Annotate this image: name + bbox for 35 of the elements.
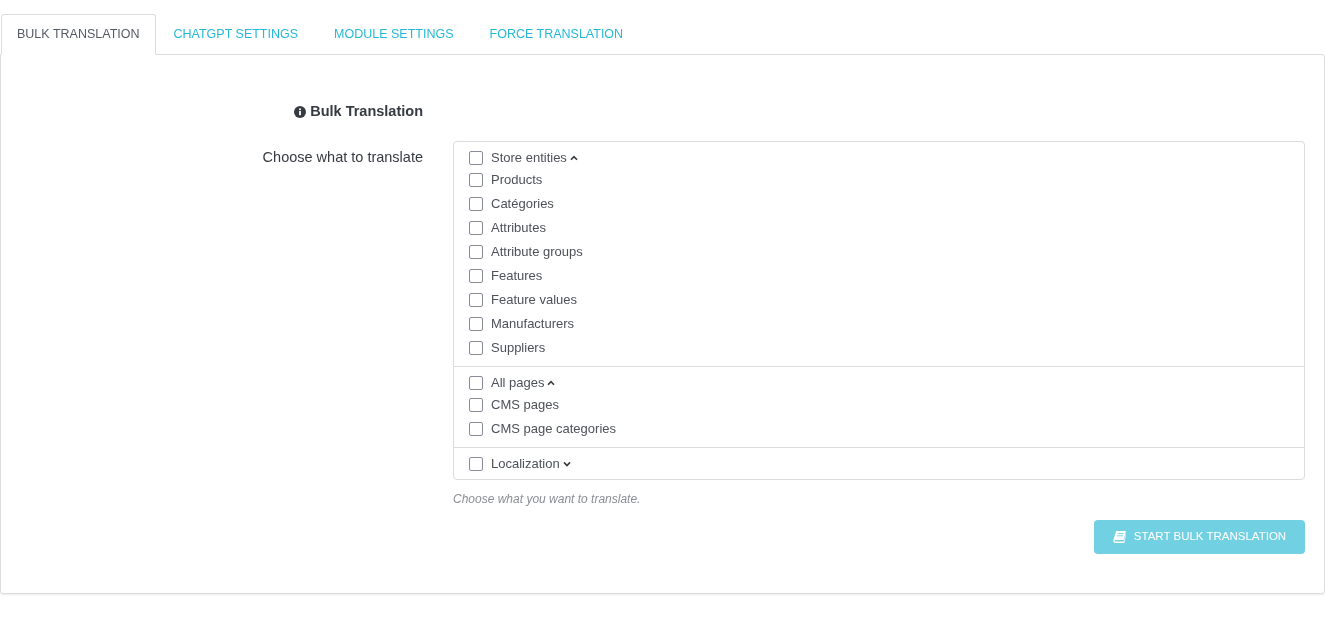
checkbox[interactable] bbox=[469, 457, 483, 471]
checkbox[interactable] bbox=[469, 293, 483, 307]
checkbox-label[interactable]: Attribute groups bbox=[491, 242, 583, 262]
checkbox[interactable] bbox=[469, 317, 483, 331]
checkbox-label[interactable]: CMS page categories bbox=[491, 419, 616, 439]
checkbox[interactable] bbox=[469, 398, 483, 412]
checkbox-label[interactable]: CMS pages bbox=[491, 395, 559, 415]
book-icon bbox=[1112, 531, 1126, 543]
checkbox[interactable] bbox=[469, 245, 483, 259]
help-text: Choose what you want to translate. bbox=[453, 491, 641, 508]
info-icon bbox=[294, 106, 307, 118]
checkbox-label[interactable]: All pages bbox=[491, 373, 545, 393]
checkbox-label[interactable]: Localization bbox=[491, 454, 560, 474]
checkbox[interactable] bbox=[469, 376, 483, 390]
chevron-up-icon[interactable] bbox=[569, 155, 578, 161]
checkbox[interactable] bbox=[469, 269, 483, 283]
checkbox-label[interactable]: Catégories bbox=[491, 194, 554, 214]
checkbox[interactable] bbox=[469, 422, 483, 436]
checkbox[interactable] bbox=[469, 341, 483, 355]
field-label: Choose what to translate bbox=[262, 148, 423, 165]
checkbox-label[interactable]: Attributes bbox=[491, 218, 546, 238]
tab[interactable]: BULK TRANSLATION bbox=[1, 14, 156, 55]
checkbox-label[interactable]: Products bbox=[491, 170, 543, 190]
checkbox-label[interactable]: Suppliers bbox=[491, 338, 546, 358]
checkbox[interactable] bbox=[469, 173, 483, 187]
chevron-down-icon[interactable] bbox=[562, 461, 571, 467]
checkbox[interactable] bbox=[469, 197, 483, 211]
checkbox[interactable] bbox=[469, 221, 483, 235]
checkbox[interactable] bbox=[469, 151, 483, 165]
section-heading: Bulk Translation bbox=[310, 102, 423, 122]
checkbox-label[interactable]: Store entities bbox=[491, 148, 567, 168]
checkbox-label[interactable]: Manufacturers bbox=[491, 314, 575, 334]
checkbox-label[interactable]: Features bbox=[491, 266, 543, 286]
checkbox-label[interactable]: Feature values bbox=[491, 290, 577, 310]
chevron-up-icon[interactable] bbox=[547, 380, 556, 386]
